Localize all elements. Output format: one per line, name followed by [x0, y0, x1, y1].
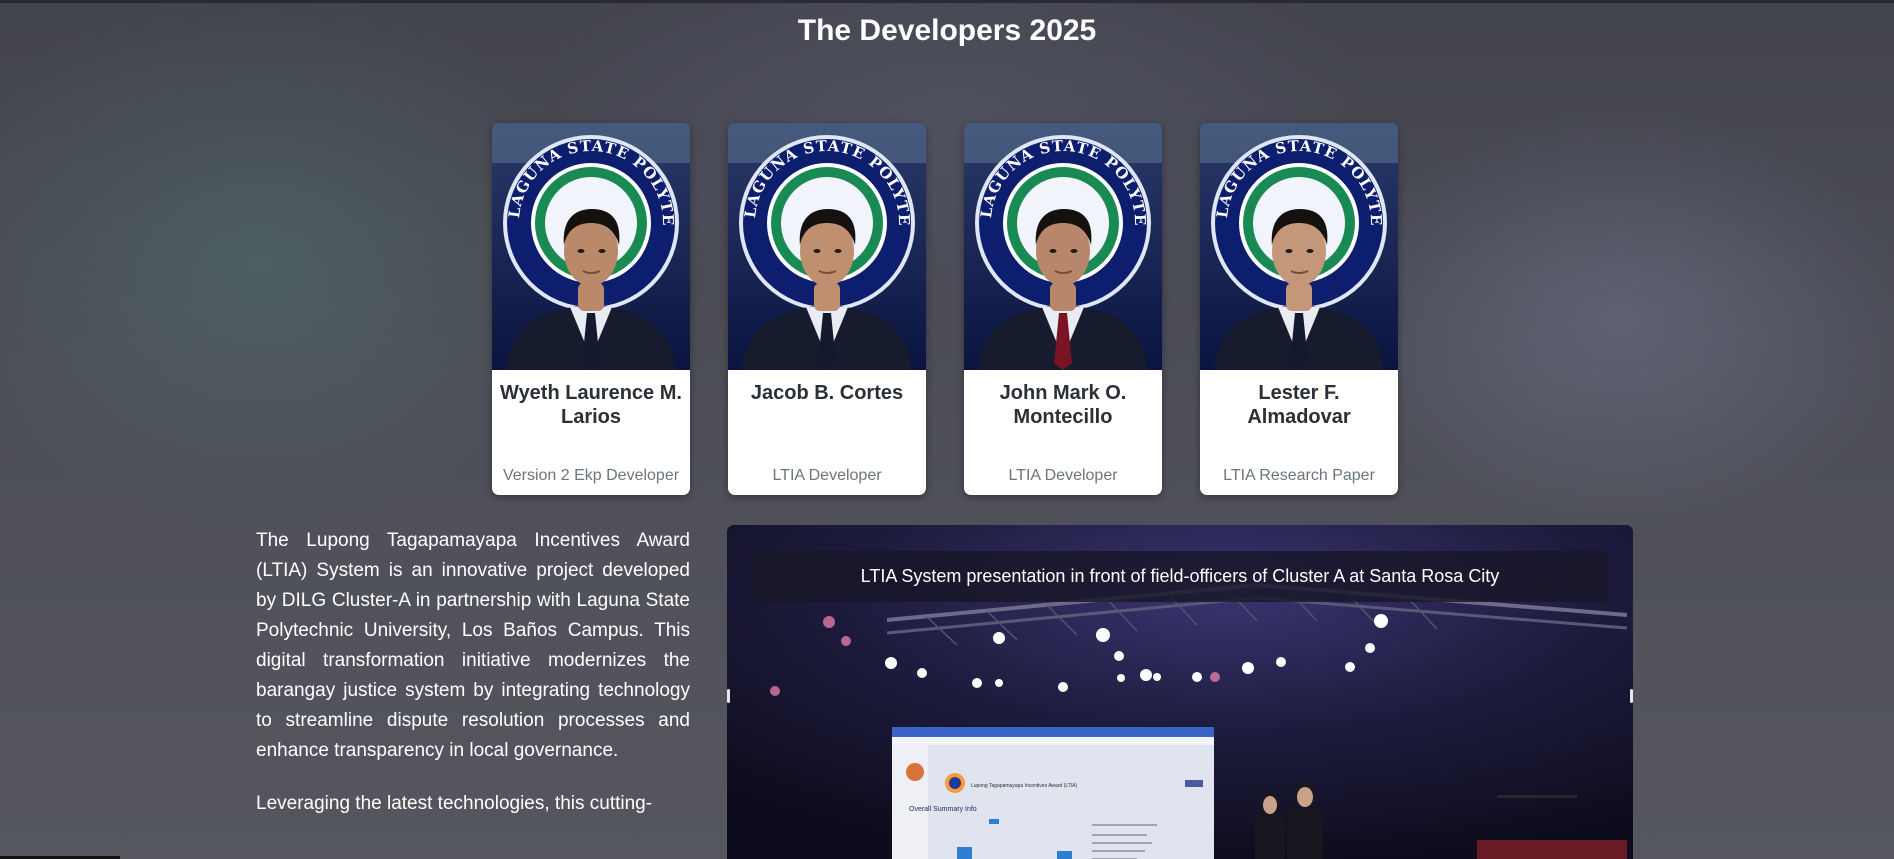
portrait-image: LAGUNA STATE POLYTECHNIC UNIVERSITY [492, 123, 690, 370]
developer-card: LAGUNA STATE POLYTECHNIC UNIVERSITY John… [964, 123, 1162, 495]
carousel-next-indicator[interactable] [1630, 689, 1633, 703]
developer-photo: LAGUNA STATE POLYTECHNIC UNIVERSITY [728, 123, 926, 370]
developer-role: Version 2 Ekp Developer [502, 467, 680, 484]
page-title: The Developers 2025 [797, 14, 1097, 47]
developer-photo: LAGUNA STATE POLYTECHNIC UNIVERSITY [1200, 123, 1398, 370]
developer-name: Wyeth Laurence M. Larios [500, 382, 682, 428]
developer-card: LAGUNA STATE POLYTECHNIC UNIVERSITY Jaco… [728, 123, 926, 495]
portrait-image: LAGUNA STATE POLYTECHNIC UNIVERSITY [1200, 123, 1398, 370]
portrait-image: LAGUNA STATE POLYTECHNIC UNIVERSITY [728, 123, 926, 370]
about-text: The Lupong Tagapamayapa Incentives Award… [256, 526, 690, 819]
presentation-carousel[interactable]: Lupong Tagapamayapa Incentives Award (LT… [727, 525, 1633, 859]
top-border [0, 0, 1894, 3]
carousel-caption: LTIA System presentation in front of fie… [752, 551, 1608, 602]
developer-name: Lester F. Almadovar [1247, 382, 1351, 428]
developer-role: LTIA Research Paper [1223, 467, 1375, 484]
developer-role: LTIA Developer [772, 467, 882, 484]
about-paragraph: The Lupong Tagapamayapa Incentives Award… [256, 530, 690, 761]
developer-photo: LAGUNA STATE POLYTECHNIC UNIVERSITY [492, 123, 690, 370]
portrait-image: LAGUNA STATE POLYTECHNIC UNIVERSITY [964, 123, 1162, 370]
about-paragraph: Leveraging the latest technologies, this… [256, 793, 653, 814]
developer-photo: LAGUNA STATE POLYTECHNIC UNIVERSITY [964, 123, 1162, 370]
screen-summary: Overall Summary Info [909, 806, 977, 813]
carousel-prev-indicator[interactable] [727, 689, 730, 703]
developer-name: Jacob B. Cortes [750, 382, 904, 404]
developer-card: LAGUNA STATE POLYTECHNIC UNIVERSITY Wyet… [492, 123, 690, 495]
screen-header: Lupong Tagapamayapa Incentives Award (LT… [971, 783, 1078, 789]
developer-cards: LAGUNA STATE POLYTECHNIC UNIVERSITY Wyet… [492, 123, 1398, 495]
developer-name: John Mark O. Montecillo [999, 382, 1127, 428]
developer-card: LAGUNA STATE POLYTECHNIC UNIVERSITY Lest… [1200, 123, 1398, 495]
developer-role: LTIA Developer [1008, 467, 1118, 484]
